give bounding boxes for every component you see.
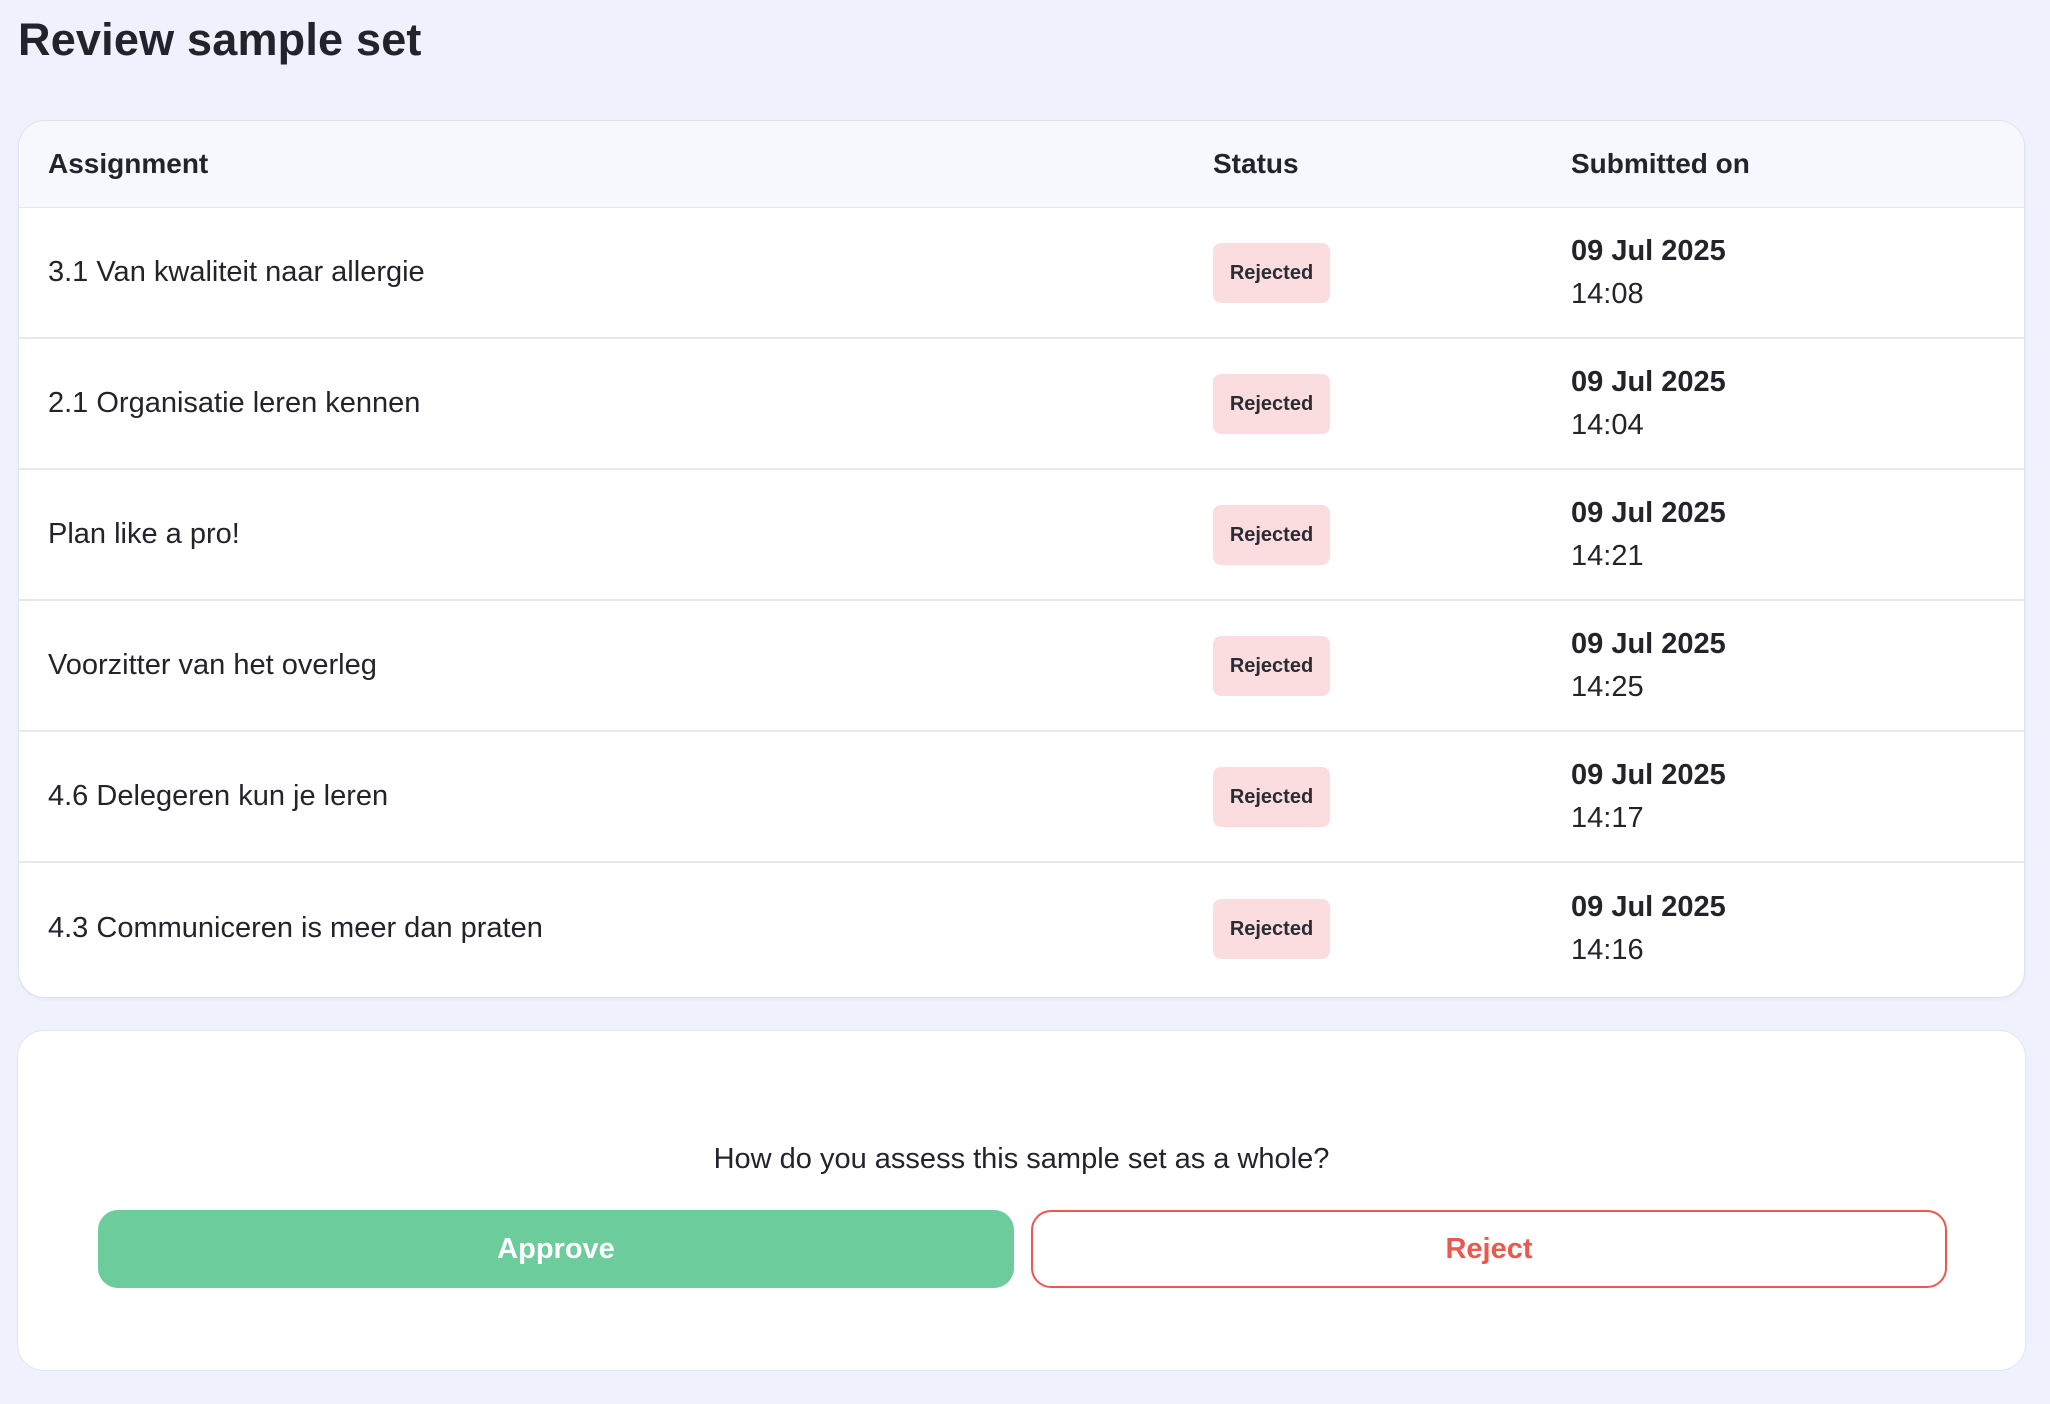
column-header-status: Status: [1213, 148, 1299, 179]
status-cell: Rejected: [1213, 470, 1330, 599]
submitted-on-cell: 09 Jul 2025 14:21: [1571, 470, 1726, 599]
assignment-name: 2.1 Organisatie leren kennen: [48, 387, 421, 419]
table-row[interactable]: 2.1 Organisatie leren kennen Rejected 09…: [19, 339, 2024, 470]
submitted-time: 14:16: [1571, 933, 1644, 966]
table-row[interactable]: Voorzitter van het overleg Rejected 09 J…: [19, 601, 2024, 732]
reject-button[interactable]: Reject: [1031, 1210, 1947, 1288]
submitted-on-cell: 09 Jul 2025 14:16: [1571, 863, 1726, 994]
submitted-time: 14:21: [1571, 539, 1644, 572]
approve-button[interactable]: Approve: [98, 1210, 1014, 1288]
table-row[interactable]: 4.3 Communiceren is meer dan praten Reje…: [19, 863, 2024, 994]
assignment-name: 4.3 Communiceren is meer dan praten: [48, 912, 543, 944]
submitted-on-cell: 09 Jul 2025 14:04: [1571, 339, 1726, 468]
status-cell: Rejected: [1213, 601, 1330, 730]
submitted-on-cell: 09 Jul 2025 14:25: [1571, 601, 1726, 730]
submitted-time: 14:17: [1571, 801, 1644, 834]
submitted-time: 14:08: [1571, 277, 1644, 310]
submitted-date: 09 Jul 2025: [1571, 496, 1726, 529]
assignment-name: 4.6 Delegeren kun je leren: [48, 780, 389, 812]
status-badge: Rejected: [1213, 373, 1330, 434]
submitted-date: 09 Jul 2025: [1571, 627, 1726, 660]
submitted-date: 09 Jul 2025: [1571, 890, 1726, 923]
submitted-date: 09 Jul 2025: [1571, 758, 1726, 791]
status-badge: Rejected: [1213, 635, 1330, 696]
table-row[interactable]: Plan like a pro! Rejected 09 Jul 2025 14…: [19, 470, 2024, 601]
assessment-question: How do you assess this sample set as a w…: [713, 1143, 1330, 1175]
status-badge: Rejected: [1213, 504, 1330, 565]
status-cell: Rejected: [1213, 339, 1330, 468]
column-header-submitted-on: Submitted on: [1571, 148, 1750, 179]
assignment-name: 3.1 Van kwaliteit naar allergie: [48, 256, 425, 288]
assessment-panel: How do you assess this sample set as a w…: [18, 1031, 2025, 1370]
submitted-time: 14:25: [1571, 670, 1644, 703]
status-badge: Rejected: [1213, 898, 1330, 959]
status-cell: Rejected: [1213, 732, 1330, 861]
submitted-on-cell: 09 Jul 2025 14:17: [1571, 732, 1726, 861]
table-row[interactable]: 3.1 Van kwaliteit naar allergie Rejected…: [19, 208, 2024, 339]
submitted-on-cell: 09 Jul 2025 14:08: [1571, 208, 1726, 337]
status-cell: Rejected: [1213, 863, 1330, 994]
status-cell: Rejected: [1213, 208, 1330, 337]
table-header: Assignment Status Submitted on: [19, 121, 2024, 208]
column-header-assignment: Assignment: [48, 148, 209, 179]
status-badge: Rejected: [1213, 766, 1330, 827]
submitted-date: 09 Jul 2025: [1571, 365, 1726, 398]
assignment-name: Plan like a pro!: [48, 518, 240, 550]
table-row[interactable]: 4.6 Delegeren kun je leren Rejected 09 J…: [19, 732, 2024, 863]
status-badge: Rejected: [1213, 242, 1330, 303]
assignment-name: Voorzitter van het overleg: [48, 649, 377, 681]
submitted-time: 14:04: [1571, 408, 1644, 441]
submissions-table: Assignment Status Submitted on 3.1 Van k…: [19, 121, 2024, 997]
submitted-date: 09 Jul 2025: [1571, 234, 1726, 267]
page-title: Review sample set: [18, 14, 422, 65]
